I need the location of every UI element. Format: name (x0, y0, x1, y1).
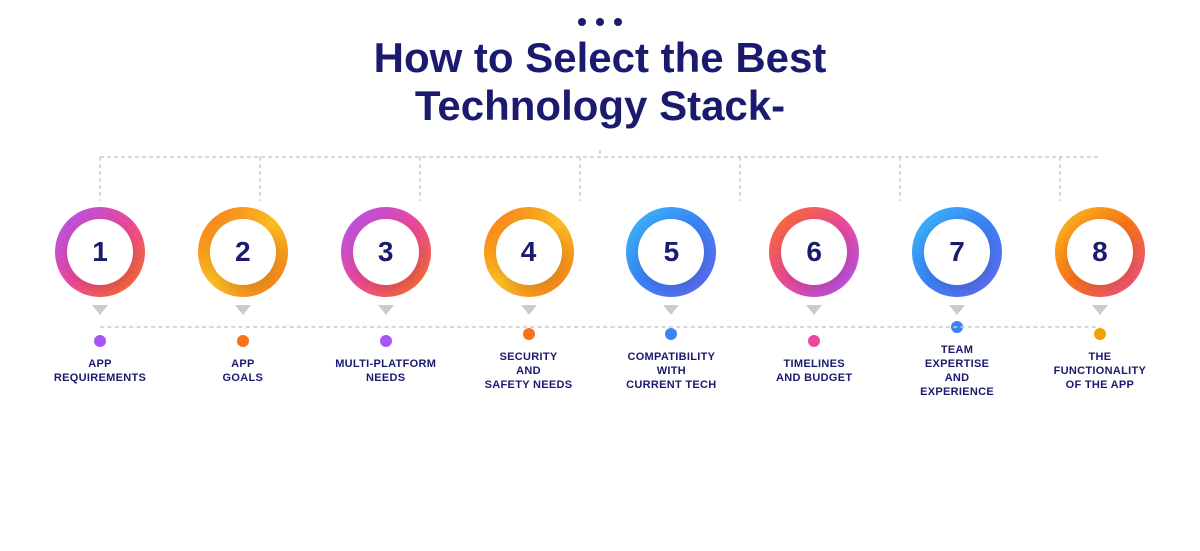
inner-1: 1 (67, 219, 133, 285)
inner-4: 4 (496, 219, 562, 285)
arrow-5 (663, 305, 679, 315)
arrow-3 (378, 305, 394, 315)
dot-indicator-8 (1094, 328, 1106, 340)
arrow-4 (521, 305, 537, 315)
number-5: 5 (664, 236, 680, 268)
item-2: 2 (183, 207, 303, 321)
label-6: TIMELINESAND BUDGET (776, 357, 852, 386)
label-7: TEAMEXPERTISEANDEXPERIENCE (920, 343, 994, 400)
item-5: 5 (611, 207, 731, 321)
dot-indicator-7 (951, 321, 963, 333)
indicator-1: APPREQUIREMENTS (40, 335, 160, 386)
arrow-8 (1092, 305, 1108, 315)
item-8: 8 (1040, 207, 1160, 321)
arrow-7 (949, 305, 965, 315)
number-2: 2 (235, 236, 251, 268)
tree-svg (40, 149, 1160, 201)
ring-5: 5 (626, 207, 716, 297)
dot-indicator-1 (94, 335, 106, 347)
dot-indicator-3 (380, 335, 392, 347)
item-7: 7 (897, 207, 1017, 321)
number-6: 6 (806, 236, 822, 268)
ring-3: 3 (341, 207, 431, 297)
indicator-8: THEFUNCTIONALITYOF THE APP (1040, 328, 1160, 393)
arrow-6 (806, 305, 822, 315)
ring-7: 7 (912, 207, 1002, 297)
inner-3: 3 (353, 219, 419, 285)
label-8: THEFUNCTIONALITYOF THE APP (1054, 350, 1147, 393)
dot-1 (578, 18, 586, 26)
number-7: 7 (949, 236, 965, 268)
indicator-3: MULTI-PLATFORMNEEDS (326, 335, 446, 386)
dot-indicator-2 (237, 335, 249, 347)
label-5: COMPATIBILITYWITHCURRENT TECH (626, 350, 716, 393)
arrow-1 (92, 305, 108, 315)
ring-4: 4 (484, 207, 574, 297)
inner-2: 2 (210, 219, 276, 285)
indicator-5: COMPATIBILITYWITHCURRENT TECH (611, 328, 731, 393)
label-1: APPREQUIREMENTS (54, 357, 146, 386)
label-3: MULTI-PLATFORMNEEDS (335, 357, 436, 386)
number-4: 4 (521, 236, 537, 268)
dot-2 (596, 18, 604, 26)
dot-3 (614, 18, 622, 26)
item-4: 4 (469, 207, 589, 321)
tree-connector (40, 149, 1160, 201)
arrow-2 (235, 305, 251, 315)
number-1: 1 (92, 236, 108, 268)
circles-row: 1 2 3 4 (40, 207, 1160, 321)
item-3: 3 (326, 207, 446, 321)
ring-1: 1 (55, 207, 145, 297)
indicator-6: TIMELINESAND BUDGET (754, 335, 874, 386)
number-3: 3 (378, 236, 394, 268)
inner-8: 8 (1067, 219, 1133, 285)
label-4: SECURITYANDSAFETY NEEDS (485, 350, 573, 393)
page-wrapper: How to Select the Best Technology Stack-… (0, 0, 1200, 551)
indicators-row: APPREQUIREMENTS APPGOALS MULTI-PLATFORMN… (40, 321, 1160, 400)
decorative-dots (578, 18, 622, 26)
dot-indicator-4 (523, 328, 535, 340)
page-title: How to Select the Best Technology Stack- (374, 34, 827, 131)
indicator-4: SECURITYANDSAFETY NEEDS (469, 328, 589, 393)
ring-6: 6 (769, 207, 859, 297)
indicator-7: TEAMEXPERTISEANDEXPERIENCE (897, 321, 1017, 400)
item-6: 6 (754, 207, 874, 321)
inner-5: 5 (638, 219, 704, 285)
label-2: APPGOALS (223, 357, 264, 386)
indicator-2: APPGOALS (183, 335, 303, 386)
number-8: 8 (1092, 236, 1108, 268)
item-1: 1 (40, 207, 160, 321)
ring-2: 2 (198, 207, 288, 297)
dot-indicator-6 (808, 335, 820, 347)
dot-indicator-5 (665, 328, 677, 340)
inner-6: 6 (781, 219, 847, 285)
ring-8: 8 (1055, 207, 1145, 297)
inner-7: 7 (924, 219, 990, 285)
